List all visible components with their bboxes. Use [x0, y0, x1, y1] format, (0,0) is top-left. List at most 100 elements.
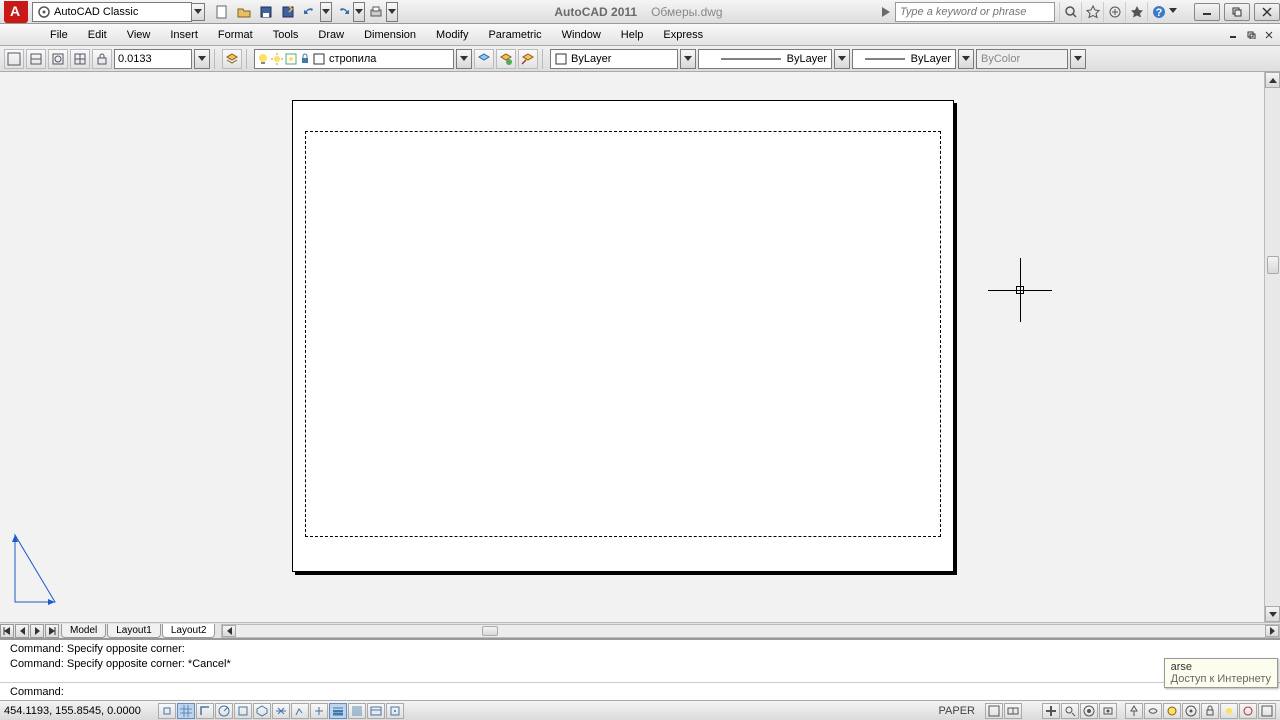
layer-prev-icon[interactable] [474, 49, 494, 69]
otrack-toggle[interactable] [272, 703, 290, 719]
mdi-minimize-button[interactable] [1226, 28, 1242, 42]
favorites-icon[interactable] [1125, 2, 1147, 22]
plot-icon[interactable] [366, 2, 386, 22]
layer-iso-icon[interactable] [518, 49, 538, 69]
qat-custom-dropdown[interactable] [386, 2, 398, 22]
mdi-close-button[interactable] [1262, 28, 1278, 42]
transparency-toggle[interactable] [348, 703, 366, 719]
polar-toggle[interactable] [215, 703, 233, 719]
pan-icon[interactable] [1042, 703, 1060, 719]
dyn-toggle[interactable] [310, 703, 328, 719]
vertical-scrollbar[interactable] [1264, 72, 1280, 622]
command-line[interactable]: Command: [0, 682, 1280, 700]
menu-draw[interactable]: Draw [308, 26, 354, 44]
annoscale-icon[interactable] [1125, 703, 1143, 719]
layer-manager-icon[interactable] [222, 49, 242, 69]
search-input[interactable] [895, 2, 1055, 22]
menu-edit[interactable]: Edit [78, 26, 117, 44]
plotstyle-dropdown[interactable] [1070, 49, 1086, 69]
lwt-toggle[interactable] [329, 703, 347, 719]
menu-express[interactable]: Express [653, 26, 713, 44]
scroll-up-button[interactable] [1265, 72, 1280, 88]
saveas-icon[interactable] [278, 2, 298, 22]
zoom-icon[interactable] [1061, 703, 1079, 719]
search-go-icon[interactable] [879, 5, 893, 19]
osnap-toggle[interactable] [234, 703, 252, 719]
grid-toggle[interactable] [177, 703, 195, 719]
hardware-accel-icon[interactable] [1220, 703, 1238, 719]
plotstyle-selector[interactable]: ByColor [976, 49, 1068, 69]
model-paper-toggle[interactable] [985, 703, 1003, 719]
osnap3d-toggle[interactable] [253, 703, 271, 719]
workspace-selector[interactable]: AutoCAD Classic [32, 2, 192, 22]
tab-prev-button[interactable] [15, 624, 29, 638]
hscroll-right-button[interactable] [1265, 625, 1279, 637]
lineweight-selector[interactable]: ByLayer [852, 49, 956, 69]
linetype-dropdown[interactable] [834, 49, 850, 69]
menu-modify[interactable]: Modify [426, 26, 478, 44]
ortho-toggle[interactable] [196, 703, 214, 719]
hscroll-thumb[interactable] [482, 626, 498, 636]
open-icon[interactable] [234, 2, 254, 22]
scroll-down-button[interactable] [1265, 606, 1280, 622]
vscroll-thumb[interactable] [1267, 256, 1279, 274]
hscroll-left-button[interactable] [222, 625, 236, 637]
tab-last-button[interactable] [45, 624, 59, 638]
mdi-restore-button[interactable] [1244, 28, 1260, 42]
clean-screen-icon[interactable] [1258, 703, 1276, 719]
showmotion-icon[interactable] [1099, 703, 1117, 719]
tab-layout2[interactable]: Layout2 [162, 624, 216, 638]
annoauto-icon[interactable] [1163, 703, 1181, 719]
new-icon[interactable] [212, 2, 232, 22]
layer-selector[interactable]: стропила [254, 49, 454, 69]
steering-wheel-icon[interactable] [1080, 703, 1098, 719]
menu-help[interactable]: Help [611, 26, 654, 44]
tab-model[interactable]: Model [61, 624, 106, 638]
color-selector[interactable]: ByLayer [550, 49, 678, 69]
menu-dimension[interactable]: Dimension [354, 26, 426, 44]
ws-switch-icon[interactable] [1182, 703, 1200, 719]
menu-format[interactable]: Format [208, 26, 263, 44]
undo-dropdown[interactable] [320, 2, 332, 22]
exchange-icon[interactable] [1103, 2, 1125, 22]
coordinates-readout[interactable]: 454.1193, 155.8545, 0.0000 [4, 705, 154, 717]
tab-first-button[interactable] [0, 624, 14, 638]
annovis-icon[interactable] [1144, 703, 1162, 719]
viewport-lock-icon[interactable] [92, 49, 112, 69]
save-icon[interactable] [256, 2, 276, 22]
snap-toggle[interactable] [158, 703, 176, 719]
qv-layouts-icon[interactable] [1004, 703, 1022, 719]
maximize-button[interactable] [1224, 3, 1250, 21]
menu-insert[interactable]: Insert [160, 26, 208, 44]
viewport-convert-icon[interactable] [48, 49, 68, 69]
undo-icon[interactable] [300, 2, 320, 22]
layer-dropdown[interactable] [456, 49, 472, 69]
search-icon[interactable] [1059, 2, 1081, 22]
qp-toggle[interactable] [367, 703, 385, 719]
help-dropdown[interactable] [1168, 2, 1178, 20]
subscription-icon[interactable] [1081, 2, 1103, 22]
ducs-toggle[interactable] [291, 703, 309, 719]
horizontal-scrollbar[interactable] [221, 624, 1280, 638]
color-dropdown[interactable] [680, 49, 696, 69]
tab-layout1[interactable]: Layout1 [107, 624, 161, 638]
menu-file[interactable]: File [40, 26, 78, 44]
viewport-clip-icon[interactable] [70, 49, 90, 69]
menu-view[interactable]: View [117, 26, 161, 44]
menu-window[interactable]: Window [552, 26, 611, 44]
drawing-area[interactable] [0, 72, 1280, 622]
workspace-dropdown-arrow[interactable] [191, 3, 205, 21]
minimize-button[interactable] [1194, 3, 1220, 21]
menu-parametric[interactable]: Parametric [478, 26, 551, 44]
tab-next-button[interactable] [30, 624, 44, 638]
redo-icon[interactable] [333, 2, 353, 22]
viewport-poly-icon[interactable] [26, 49, 46, 69]
redo-dropdown[interactable] [353, 2, 365, 22]
app-logo-icon[interactable] [4, 1, 28, 23]
linetype-selector[interactable]: ByLayer [698, 49, 832, 69]
viewport-scale-input[interactable]: 0.0133 [114, 49, 192, 69]
viewport-1-icon[interactable] [4, 49, 24, 69]
space-indicator[interactable]: PAPER [933, 705, 981, 717]
lineweight-dropdown[interactable] [958, 49, 974, 69]
menu-tools[interactable]: Tools [263, 26, 309, 44]
